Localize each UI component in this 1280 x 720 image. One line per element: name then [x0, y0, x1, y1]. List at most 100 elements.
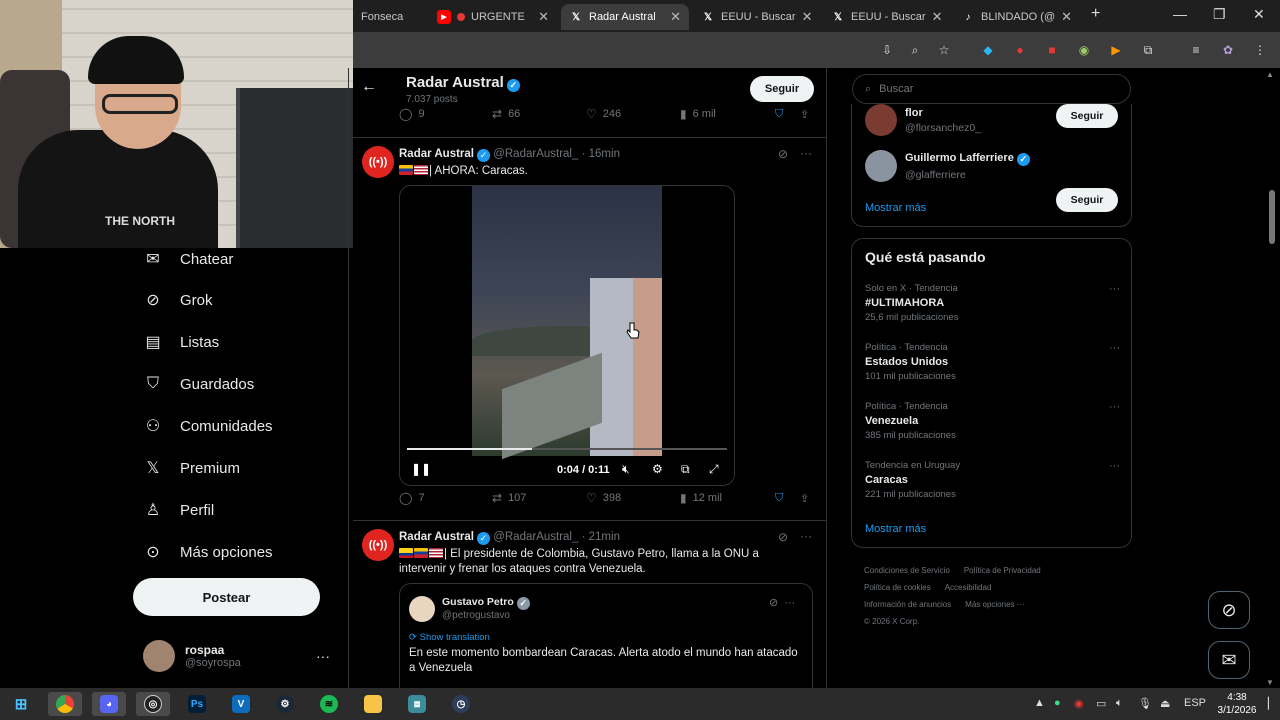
extension-icon[interactable]: ▶	[1108, 42, 1124, 58]
volume-icon[interactable]: 🔈︎	[1116, 697, 1123, 710]
nav-item-mas-opciones[interactable]: ⊙ Más opciones	[142, 541, 272, 563]
close-icon[interactable]: ✕	[932, 9, 943, 25]
grok-fab-button[interactable]: ⊘	[1208, 591, 1250, 629]
messages-fab-button[interactable]: ✉	[1208, 641, 1250, 679]
star-icon[interactable]: ☆	[936, 42, 952, 58]
close-icon[interactable]: ✕	[1061, 9, 1072, 25]
network-icon[interactable]: ▭	[1096, 697, 1106, 710]
tweet-time[interactable]: 16min	[589, 148, 620, 160]
nav-item-grok[interactable]: ⊘ Grok	[142, 289, 212, 311]
language-indicator[interactable]: ESP	[1184, 697, 1206, 709]
nav-item-chatear[interactable]: ✉ Chatear	[142, 248, 233, 270]
browser-tab[interactable]: 𝕏 EEUU - Buscar ✕	[823, 4, 947, 30]
close-icon[interactable]: ✕	[802, 9, 813, 25]
more-icon[interactable]: ···	[316, 648, 330, 664]
trend-item[interactable]: Política · Tendencia Venezuela 385 mil p…	[865, 401, 1120, 441]
footer-link[interactable]: Política de cookies	[864, 583, 931, 592]
more-icon[interactable]: ···	[784, 597, 795, 609]
more-icon[interactable]: ···	[1109, 401, 1120, 413]
extension-icon[interactable]: ●	[1012, 42, 1028, 58]
app-taskbar-icon[interactable]: ◷	[444, 692, 478, 716]
follow-suggestion[interactable]: flor @florsanchez0_	[865, 104, 981, 136]
close-icon[interactable]: ✕	[670, 9, 681, 25]
browser-tab[interactable]: ♪ BLINDADO (@ ✕	[953, 4, 1077, 30]
trend-item[interactable]: Solo en X · Tendencia #ULTIMAHORA 25,6 m…	[865, 283, 1120, 323]
steam-taskbar-icon[interactable]: ⚙	[268, 692, 302, 716]
reply-button[interactable]: ◯ 9	[399, 107, 425, 121]
grok-icon[interactable]: ⊘	[769, 597, 778, 609]
more-icon[interactable]: ···	[800, 529, 812, 543]
show-more-link[interactable]: Mostrar más	[865, 202, 926, 214]
settings-gear-icon[interactable]: ⚙	[652, 462, 663, 476]
search-input[interactable]: ⌕ Buscar	[852, 74, 1131, 104]
trend-item[interactable]: Tendencia en Uruguay Caracas 221 mil pub…	[865, 460, 1120, 500]
scroll-up-arrow[interactable]: ▲	[1266, 70, 1274, 79]
photoshop-taskbar-icon[interactable]: Ps	[180, 692, 214, 716]
quoted-tweet[interactable]: Gustavo Petro ✓ @petrogustavo ⊘ ··· ⟳ Sho…	[399, 583, 813, 688]
follow-button[interactable]: Seguir	[1056, 188, 1118, 212]
like-button[interactable]: ♡ 398	[586, 491, 621, 505]
radar-austral-avatar[interactable]: ((•))	[362, 146, 394, 178]
follow-button[interactable]: Seguir	[750, 76, 814, 102]
footer-link[interactable]: Política de Privacidad	[964, 566, 1041, 575]
like-button[interactable]: ♡ 246	[586, 107, 621, 121]
notifications-icon[interactable]: ▏	[1268, 697, 1276, 710]
close-icon[interactable]: ✕	[538, 9, 549, 25]
views-button[interactable]: ▮ 12 mil	[680, 491, 722, 505]
menu-icon[interactable]: ⋮	[1252, 42, 1268, 58]
start-button[interactable]: ⊞	[4, 692, 38, 716]
nav-item-guardados[interactable]: ⛉ Guardados	[142, 373, 254, 395]
more-icon[interactable]: ···	[1109, 283, 1120, 295]
scrollbar-thumb[interactable]	[1269, 190, 1275, 244]
follow-suggestion[interactable]: Guillermo Lafferriere ✓ @glafferriere	[865, 150, 1030, 182]
more-icon[interactable]: ···	[800, 146, 812, 160]
author-name[interactable]: Radar Austral	[399, 148, 474, 160]
nav-item-comunidades[interactable]: ⚇ Comunidades	[142, 415, 273, 437]
tray-app-icon[interactable]: ◉	[1074, 697, 1084, 710]
nav-item-listas[interactable]: ▤ Listas	[142, 331, 219, 353]
more-icon[interactable]: ···	[1109, 460, 1120, 472]
usb-icon[interactable]: ⏏	[1160, 697, 1170, 710]
post-button[interactable]: Postear	[133, 578, 320, 616]
video-player[interactable]: ❚❚ 0:04 / 0:11 🔇︎ ⚙ ⧉ ⤢	[399, 185, 735, 486]
back-arrow-icon[interactable]: ←	[361, 78, 377, 96]
spotify-taskbar-icon[interactable]: ≋	[312, 692, 346, 716]
obs-taskbar-icon[interactable]: ◎	[136, 692, 170, 716]
more-icon[interactable]: ···	[1109, 342, 1120, 354]
radar-austral-avatar[interactable]: ((•))	[362, 529, 394, 561]
show-more-link[interactable]: Mostrar más	[865, 523, 926, 535]
microphone-icon[interactable]: 🎙︎	[1138, 697, 1152, 710]
share-icon[interactable]: ⇪	[800, 108, 809, 121]
account-switcher[interactable]: rospaa @soyrospa	[143, 640, 241, 672]
author-name[interactable]: Radar Austral	[399, 531, 474, 543]
footer-link[interactable]: Condiciones de Servicio	[864, 566, 950, 575]
repost-button[interactable]: ⇄ 66	[492, 107, 520, 121]
extension-icon[interactable]: ◉	[1076, 42, 1092, 58]
media-control-icon[interactable]: ≡	[1188, 42, 1204, 58]
browser-tab[interactable]: ▶ URGENTE ✕	[429, 4, 557, 30]
file-explorer-taskbar-icon[interactable]	[356, 692, 390, 716]
grok-icon[interactable]: ⊘	[778, 530, 788, 544]
tray-app-icon[interactable]: ●	[1054, 697, 1061, 709]
share-icon[interactable]: ⇪	[800, 492, 809, 505]
extension-icon[interactable]: ■	[1044, 42, 1060, 58]
scroll-down-arrow[interactable]: ▼	[1266, 678, 1274, 687]
reply-button[interactable]: ◯ 7	[399, 491, 425, 505]
maximize-icon[interactable]: ❐	[1213, 6, 1226, 23]
app-taskbar-icon[interactable]: ⧈	[400, 692, 434, 716]
vegas-taskbar-icon[interactable]: V	[224, 692, 258, 716]
minimize-icon[interactable]: —	[1173, 6, 1187, 22]
profile-icon[interactable]: ✿	[1220, 42, 1236, 58]
taskbar-clock[interactable]: 4:38 3/1/2026	[1212, 691, 1262, 717]
pause-icon[interactable]: ❚❚	[411, 462, 431, 476]
footer-link[interactable]: Accesibilidad	[945, 583, 992, 592]
tray-overflow-icon[interactable]: ▲	[1034, 697, 1045, 709]
grok-icon[interactable]: ⊘	[778, 147, 788, 161]
puzzle-icon[interactable]: ⧉	[1140, 42, 1156, 58]
video-progress-bar[interactable]	[407, 448, 727, 450]
fullscreen-icon[interactable]: ⤢	[709, 462, 719, 477]
new-tab-button[interactable]: +	[1091, 5, 1100, 23]
translate-link[interactable]: ⟳ Show translation	[409, 632, 490, 643]
bookmark-icon[interactable]: ⛉	[775, 492, 783, 505]
browser-tab[interactable]: Fonseca	[353, 4, 425, 30]
